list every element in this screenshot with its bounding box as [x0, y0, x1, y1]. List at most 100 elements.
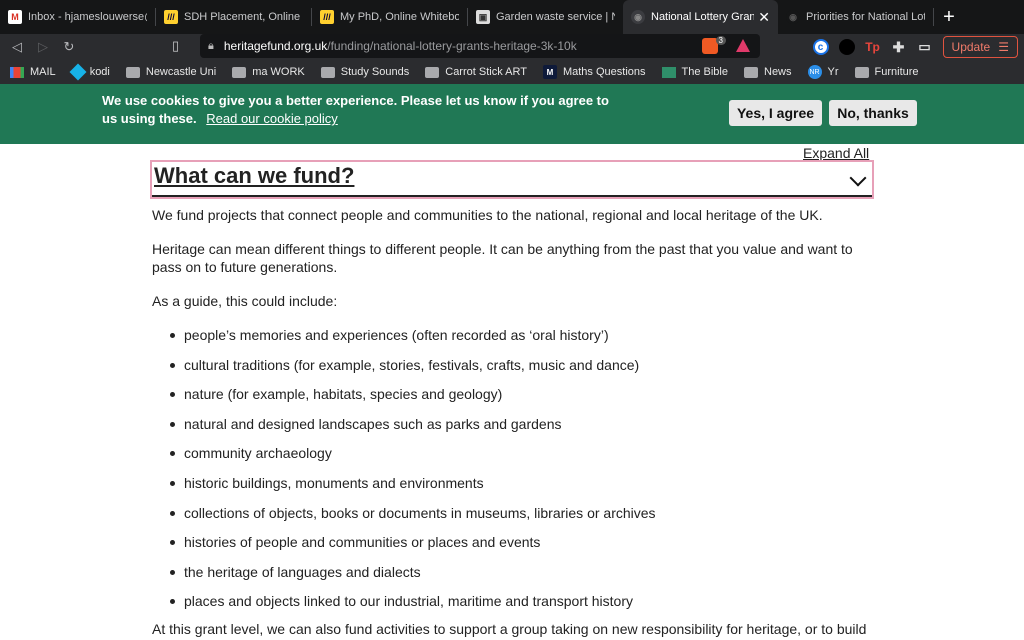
folder-icon: [232, 66, 247, 78]
tab-title: SDH Placement, Online Whiteboard: [184, 11, 303, 23]
tab-title: Inbox - hjameslouwerse@gmail.com: [28, 11, 147, 23]
bookmark-kodi[interactable]: kodi: [69, 63, 110, 81]
guide-paragraph: As a guide, this could include:: [152, 293, 338, 309]
reload-icon[interactable]: ↻: [56, 34, 82, 60]
bookmark-icon[interactable]: ▯: [172, 38, 179, 54]
brave-shields-count: 3: [715, 36, 726, 45]
bookmarks-bar: MAIL kodi Newcastle Uni ma WORK Study So…: [0, 60, 1024, 84]
folder-icon: [425, 66, 440, 78]
list-item: historic buildings, monuments and enviro…: [170, 474, 872, 492]
wallet-icon[interactable]: ▭: [917, 39, 933, 55]
section-title: What can we fund?: [154, 163, 355, 188]
bookmark-label: Yr: [827, 66, 839, 78]
forward-icon[interactable]: ▷: [30, 34, 56, 60]
gmail-icon: M: [8, 10, 22, 24]
list-item: the heritage of languages and dialects: [170, 563, 872, 581]
address-bar[interactable]: 🔒︎ heritagefund.org.uk/funding/national-…: [200, 34, 760, 58]
tab-title: Priorities for National Lottery: [806, 11, 925, 23]
bookmark-label: Furniture: [874, 66, 919, 78]
yr-icon: NR: [807, 65, 822, 79]
section-content: We fund projects that connect people and…: [152, 206, 872, 622]
folder-icon: [125, 66, 140, 78]
bookmark-newcastle-uni[interactable]: Newcastle Uni: [125, 66, 217, 78]
bookmark-label: Newcastle Uni: [145, 66, 217, 78]
browser-toolbar: ◁ ▷ ↻ ▯ 🔒︎ heritagefund.org.uk/funding/n…: [0, 34, 1024, 60]
cookie-text: We use cookies to give you a better expe…: [102, 93, 609, 126]
update-button[interactable]: Update ☰: [942, 36, 1018, 58]
heritage-list: people’s memories and experiences (often…: [170, 326, 872, 610]
puzzle-icon[interactable]: ✚: [891, 39, 907, 55]
tab-my-phd[interactable]: /// My PhD, Online Whiteboard: [312, 0, 467, 34]
list-item: people’s memories and experiences (often…: [170, 326, 872, 344]
bookmark-furniture[interactable]: Furniture: [854, 66, 919, 78]
url-path: /funding/national-lottery-grants-heritag…: [327, 39, 577, 53]
bookmark-label: ma WORK: [252, 66, 305, 78]
m-icon: M: [542, 65, 557, 79]
folder-icon: [320, 66, 335, 78]
bookmark-label: News: [764, 66, 792, 78]
tab-gmail[interactable]: M Inbox - hjameslouwerse@gmail.com: [0, 0, 155, 34]
heritage-icon: ◉: [631, 10, 645, 24]
menu-icon: ☰: [998, 40, 1009, 54]
council-icon: ▣: [476, 10, 490, 24]
heritage-paragraph: Heritage can mean different things to di…: [152, 241, 853, 275]
folder-icon: [744, 66, 758, 78]
list-item: cultural traditions (for example, storie…: [170, 356, 872, 374]
kodi-icon: [69, 63, 87, 81]
bookmark-study-sounds[interactable]: Study Sounds: [320, 66, 410, 78]
expand-all-link[interactable]: Expand All: [803, 145, 869, 161]
brave-rewards-icon[interactable]: [736, 39, 750, 52]
folder-icon: [854, 66, 869, 78]
decline-cookies-button[interactable]: No, thanks: [829, 100, 917, 126]
tab-national-lottery-grants[interactable]: ◉ National Lottery Grants ✕: [623, 0, 778, 34]
miro-icon: ///: [320, 10, 334, 24]
list-item: natural and designed landscapes such as …: [170, 415, 872, 433]
miro-icon: ///: [164, 10, 178, 24]
list-item: community archaeology: [170, 444, 872, 462]
bookmark-carrot-stick-art[interactable]: Carrot Stick ART: [425, 66, 527, 78]
tp-extension-icon[interactable]: Tp: [865, 39, 881, 55]
tab-garden-waste[interactable]: ▣ Garden waste service | Newcastle: [468, 0, 623, 34]
heritage-icon: ◉: [786, 10, 800, 24]
close-tab-icon[interactable]: ✕: [758, 9, 770, 26]
back-icon[interactable]: ◁: [4, 34, 30, 60]
tab-strip: M Inbox - hjameslouwerse@gmail.com /// S…: [0, 0, 1024, 34]
accordion-what-can-we-fund[interactable]: What can we fund?: [150, 160, 874, 199]
bookmark-ma-work[interactable]: ma WORK: [232, 66, 305, 78]
accordion-header: What can we fund?: [152, 162, 872, 197]
chevron-down-icon: [849, 169, 867, 187]
bookmark-label: The Bible: [681, 66, 728, 78]
list-item: histories of people and communities or p…: [170, 533, 872, 551]
update-label: Update: [951, 40, 991, 54]
accept-cookies-button[interactable]: Yes, I agree: [729, 100, 822, 126]
bookmark-the-bible[interactable]: The Bible: [661, 66, 728, 78]
tab-sdh-placement[interactable]: /// SDH Placement, Online Whiteboard: [156, 0, 311, 34]
extension-dark-icon[interactable]: [838, 39, 855, 55]
bookmark-mail[interactable]: MAIL: [10, 66, 56, 78]
bookmark-news[interactable]: News: [744, 66, 792, 78]
cookie-banner: We use cookies to give you a better expe…: [0, 84, 1024, 144]
bookmark-yr[interactable]: NR Yr: [807, 65, 839, 79]
bookmark-label: Carrot Stick ART: [445, 66, 527, 78]
extension-icon[interactable]: c: [812, 39, 829, 55]
new-tab-button[interactable]: +: [934, 0, 964, 34]
lock-icon: 🔒︎: [208, 39, 214, 52]
list-item: collections of objects, books or documen…: [170, 504, 872, 522]
url-host: heritagefund.org.uk: [223, 39, 328, 53]
tab-title: Garden waste service | Newcastle: [496, 11, 615, 23]
toolbar-extensions: c Tp ✚ ▭ Update ☰: [812, 34, 1018, 60]
list-item: nature (for example, habitats, species a…: [170, 385, 872, 403]
intro-paragraph: We fund projects that connect people and…: [152, 207, 823, 223]
bookmark-maths-questions[interactable]: M Maths Questions: [542, 65, 646, 79]
bookmark-label: Maths Questions: [562, 66, 646, 78]
tab-title: My PhD, Online Whiteboard: [340, 11, 459, 23]
bookmark-label: Study Sounds: [340, 66, 410, 78]
tab-priorities[interactable]: ◉ Priorities for National Lottery: [778, 0, 933, 34]
gmail-icon: [10, 66, 24, 78]
cookie-policy-link[interactable]: Read our cookie policy: [206, 111, 338, 126]
image-icon: [661, 66, 676, 78]
tab-title: National Lottery Grants: [651, 11, 755, 23]
bookmark-label: MAIL: [30, 66, 56, 78]
grant-level-paragraph: At this grant level, we can also fund ac…: [152, 621, 867, 637]
list-item: places and objects linked to our industr…: [170, 592, 872, 610]
